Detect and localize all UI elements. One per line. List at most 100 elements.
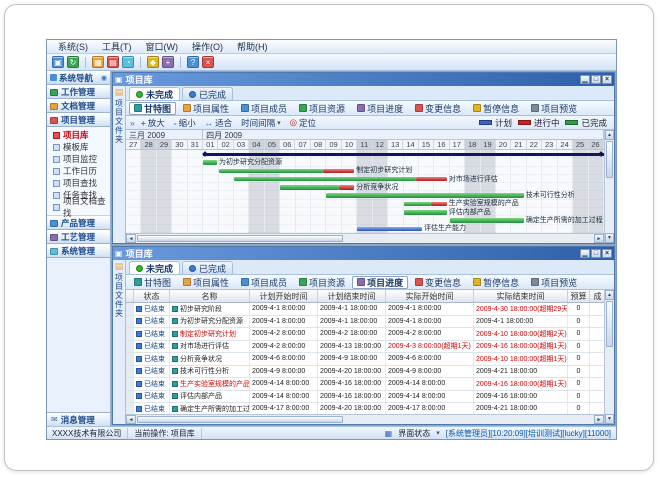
scroll-left-button[interactable]: ◄ — [126, 234, 136, 243]
gantt-bar[interactable] — [219, 169, 324, 174]
column-header[interactable]: 计划开始时间 — [250, 290, 318, 302]
scroll-up-button[interactable]: ▲ — [605, 290, 614, 300]
gantt-bar[interactable] — [234, 177, 416, 182]
gantt-bar[interactable] — [323, 169, 354, 174]
scroll-down-button[interactable]: ▼ — [605, 414, 614, 424]
subtab-preview[interactable]: 项目预览 — [526, 102, 582, 115]
table-row[interactable]: 已结束为初步研究分配资源2009-4-1 8:00:002009-4-1 18:… — [126, 316, 604, 329]
scroll-track[interactable] — [605, 140, 614, 233]
subtab-progress[interactable]: 项目进度 — [352, 276, 408, 289]
gantt-bar[interactable] — [339, 185, 354, 190]
column-header[interactable]: 状态 — [134, 290, 170, 302]
close-button[interactable]: × — [602, 249, 612, 258]
table-window-titlebar[interactable]: ▣ 项目库 ▁ □ × — [113, 247, 614, 260]
subtab-members[interactable]: 项目成员 — [236, 276, 292, 289]
tab-finished[interactable]: 已完成 — [182, 87, 233, 100]
maximize-button[interactable]: □ — [591, 249, 601, 258]
close-button[interactable]: × — [602, 75, 612, 84]
subtab-properties[interactable]: 项目属性 — [178, 276, 234, 289]
sidebar-group-process[interactable]: 工艺管理 — [47, 230, 110, 244]
scroll-thumb[interactable] — [606, 141, 613, 178]
folder-strip[interactable]: ▤ 项目文件夹 — [113, 260, 126, 424]
gantt-tool-locate[interactable]: ◎定位 — [287, 117, 319, 129]
gantt-tool-zoom-in[interactable]: +放大 — [138, 117, 168, 129]
table-row[interactable]: 已结束评估内部产品2009-4-14 8:00:002009-4-16 18:0… — [126, 391, 604, 404]
subtab-changes[interactable]: 变更信息 — [410, 102, 466, 115]
scroll-thumb[interactable] — [137, 235, 343, 242]
subtab-pauses[interactable]: 暂停信息 — [468, 276, 524, 289]
ui-state-label[interactable]: 界面状态 — [398, 428, 430, 439]
menu-item[interactable]: 工具(T) — [95, 40, 139, 54]
gantt-tool-interval[interactable]: 时间间隔▾ — [238, 117, 284, 129]
chevron-icon[interactable]: » — [130, 118, 135, 128]
tab-unfinished[interactable]: 未完成 — [129, 87, 180, 100]
tab-unfinished[interactable]: 未完成 — [129, 261, 180, 274]
gantt-window-titlebar[interactable]: ▣ 项目库 ▁ □ × — [113, 73, 614, 86]
gantt-bar[interactable] — [416, 177, 447, 182]
table-row[interactable]: 已结束技术可行性分析2009-4-9 8:00:002009-4-20 18:0… — [126, 366, 604, 379]
sidebar-item-work-calendar[interactable]: 工作日历 — [47, 165, 110, 177]
column-header[interactable]: 实际结束时间 — [474, 290, 568, 302]
gantt-hscrollbar[interactable]: ◄ ► — [126, 233, 604, 243]
subtab-preview[interactable]: 项目预览 — [526, 276, 582, 289]
gantt-bar[interactable] — [326, 193, 523, 198]
scroll-right-button[interactable]: ► — [594, 415, 604, 424]
clock-icon[interactable]: ◔ — [122, 56, 134, 68]
table-row[interactable]: 已结束对市场进行评估2009-4-2 8:00:002009-4-13 18:0… — [126, 341, 604, 354]
gantt-vscrollbar[interactable]: ▲ ▼ — [604, 130, 614, 243]
subtab-changes[interactable]: 变更信息 — [410, 276, 466, 289]
sidebar-group-work[interactable]: 工作管理 — [47, 85, 110, 99]
settings-icon[interactable]: + — [162, 56, 174, 68]
pin-icon[interactable]: ◉ — [101, 74, 107, 82]
gantt-bar[interactable] — [404, 210, 447, 215]
gantt-bar[interactable] — [431, 202, 446, 207]
org-icon[interactable]: ▦ — [92, 56, 104, 68]
exit-icon[interactable]: × — [202, 56, 214, 68]
column-header[interactable]: 名称 — [170, 290, 250, 302]
scroll-track[interactable] — [136, 415, 594, 424]
subtab-pauses[interactable]: 暂停信息 — [468, 102, 524, 115]
table-row[interactable]: 已结束制定初步研究计划2009-4-2 8:00:002009-4-2 18:0… — [126, 328, 604, 341]
column-header[interactable]: 计划结束时间 — [318, 290, 386, 302]
subtab-properties[interactable]: 项目属性 — [178, 102, 234, 115]
column-header[interactable]: 预算 — [568, 290, 590, 302]
column-header[interactable]: 成 — [590, 290, 604, 302]
gantt-bar[interactable] — [450, 218, 524, 223]
table-row[interactable]: 已结束生产实验室规模的产品2009-4-14 8:00:002009-4-16 … — [126, 378, 604, 391]
lock-icon[interactable]: ◆ — [147, 56, 159, 68]
scroll-down-button[interactable]: ▼ — [605, 233, 614, 243]
gantt-bar[interactable] — [357, 227, 422, 232]
minimize-button[interactable]: ▁ — [580, 75, 590, 84]
table-row[interactable]: 已结束初步研究阶段2009-4-1 8:00:002009-4-1 18:00:… — [126, 303, 604, 316]
menu-item[interactable]: 帮助(H) — [230, 40, 275, 54]
gantt-bar[interactable] — [203, 160, 217, 165]
scroll-left-button[interactable]: ◄ — [126, 415, 136, 424]
menu-item[interactable]: 窗口(W) — [139, 40, 186, 54]
sidebar-item-project-doc-search[interactable]: 项目文档查找 — [47, 201, 110, 213]
help-icon[interactable]: ? — [187, 56, 199, 68]
maximize-button[interactable]: □ — [591, 75, 601, 84]
scroll-track[interactable] — [605, 300, 614, 414]
menu-item[interactable]: 系统(S) — [51, 40, 95, 54]
scroll-thumb[interactable] — [606, 301, 613, 347]
scroll-track[interactable] — [136, 234, 594, 243]
gantt-bar[interactable] — [404, 202, 432, 207]
gantt-bar[interactable] — [203, 153, 604, 156]
gantt-tool-fit[interactable]: ↔适合 — [202, 117, 236, 129]
folder-strip[interactable]: ▤ 项目文件夹 — [113, 86, 126, 243]
gantt-bar[interactable] — [280, 185, 339, 190]
subtab-gantt[interactable]: 甘特图 — [129, 276, 176, 289]
table-row[interactable]: 已结束确定生产所需的加工过程2009-4-17 8:00:002009-4-20… — [126, 403, 604, 414]
menu-item[interactable]: 操作(O) — [185, 40, 230, 54]
gantt-tool-zoom-out[interactable]: -缩小 — [171, 117, 199, 129]
sidebar-group-project[interactable]: 项目管理 — [47, 113, 110, 127]
column-header[interactable]: 实际开始时间 — [386, 290, 474, 302]
sidebar-item-template-library[interactable]: 模板库 — [47, 141, 110, 153]
scroll-up-button[interactable]: ▲ — [605, 130, 614, 140]
subtab-resources[interactable]: 项目资源 — [294, 276, 350, 289]
column-header[interactable] — [126, 290, 134, 302]
sidebar-tab-messages[interactable]: ✉ 消息管理 — [47, 412, 110, 426]
sidebar-item-project-monitor[interactable]: 项目监控 — [47, 153, 110, 165]
sidebar-item-project-library[interactable]: 项目库 — [47, 129, 110, 141]
subtab-progress[interactable]: 项目进度 — [352, 102, 408, 115]
